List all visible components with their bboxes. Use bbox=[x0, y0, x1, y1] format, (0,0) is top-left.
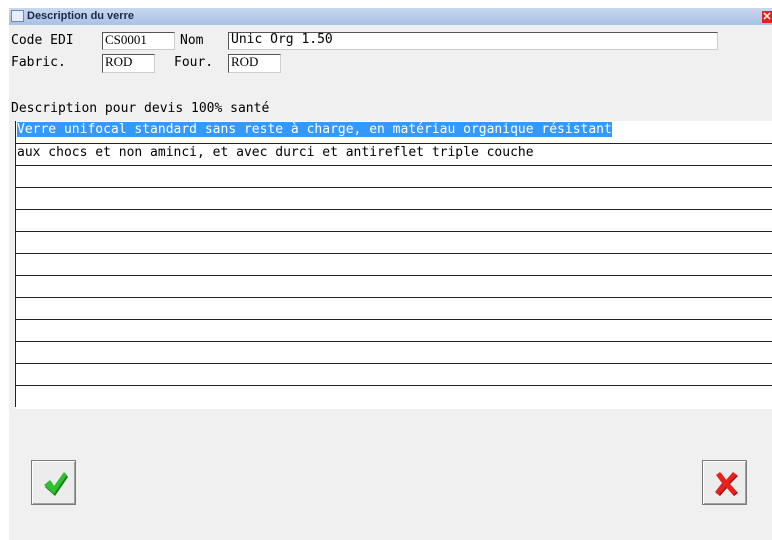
fabric-label: Fabric. bbox=[11, 55, 66, 70]
ok-button[interactable] bbox=[31, 460, 76, 505]
description-line[interactable] bbox=[15, 275, 772, 297]
nom-label: Nom bbox=[180, 33, 204, 48]
description-line[interactable] bbox=[15, 231, 772, 253]
description-line[interactable] bbox=[15, 319, 772, 341]
description-line[interactable] bbox=[15, 363, 772, 385]
nom-field[interactable]: Unic Org 1.50 bbox=[228, 32, 718, 50]
four-field[interactable]: ROD bbox=[228, 54, 281, 73]
description-line[interactable]: aux chocs et non aminci, et avec durci e… bbox=[15, 143, 772, 165]
code-edi-field[interactable]: CS0001 bbox=[102, 32, 175, 50]
code-edi-label: Code EDI bbox=[11, 33, 74, 48]
description-line[interactable] bbox=[15, 341, 772, 363]
description-editor[interactable]: Verre unifocal standard sans reste à cha… bbox=[15, 121, 772, 409]
cancel-button[interactable] bbox=[702, 460, 747, 505]
description-line[interactable] bbox=[15, 187, 772, 209]
red-x-icon bbox=[715, 472, 738, 496]
description-line[interactable] bbox=[15, 297, 772, 319]
description-line[interactable] bbox=[15, 165, 772, 187]
dialog-window: Description du verre ✕ Code EDI CS0001 N… bbox=[9, 8, 772, 540]
close-icon[interactable]: ✕ bbox=[762, 11, 772, 23]
four-label: Four. bbox=[174, 55, 214, 70]
description-line[interactable] bbox=[15, 385, 772, 407]
description-line[interactable]: Verre unifocal standard sans reste à cha… bbox=[15, 121, 772, 143]
description-line[interactable] bbox=[15, 253, 772, 275]
window-title: Description du verre bbox=[27, 10, 134, 22]
description-line[interactable] bbox=[15, 209, 772, 231]
fabric-field[interactable]: ROD bbox=[102, 54, 155, 73]
description-heading: Description pour devis 100% santé bbox=[11, 101, 270, 116]
title-bar[interactable]: Description du verre ✕ bbox=[9, 8, 772, 25]
green-checkmark-icon bbox=[44, 472, 68, 496]
window-icon bbox=[11, 10, 24, 22]
